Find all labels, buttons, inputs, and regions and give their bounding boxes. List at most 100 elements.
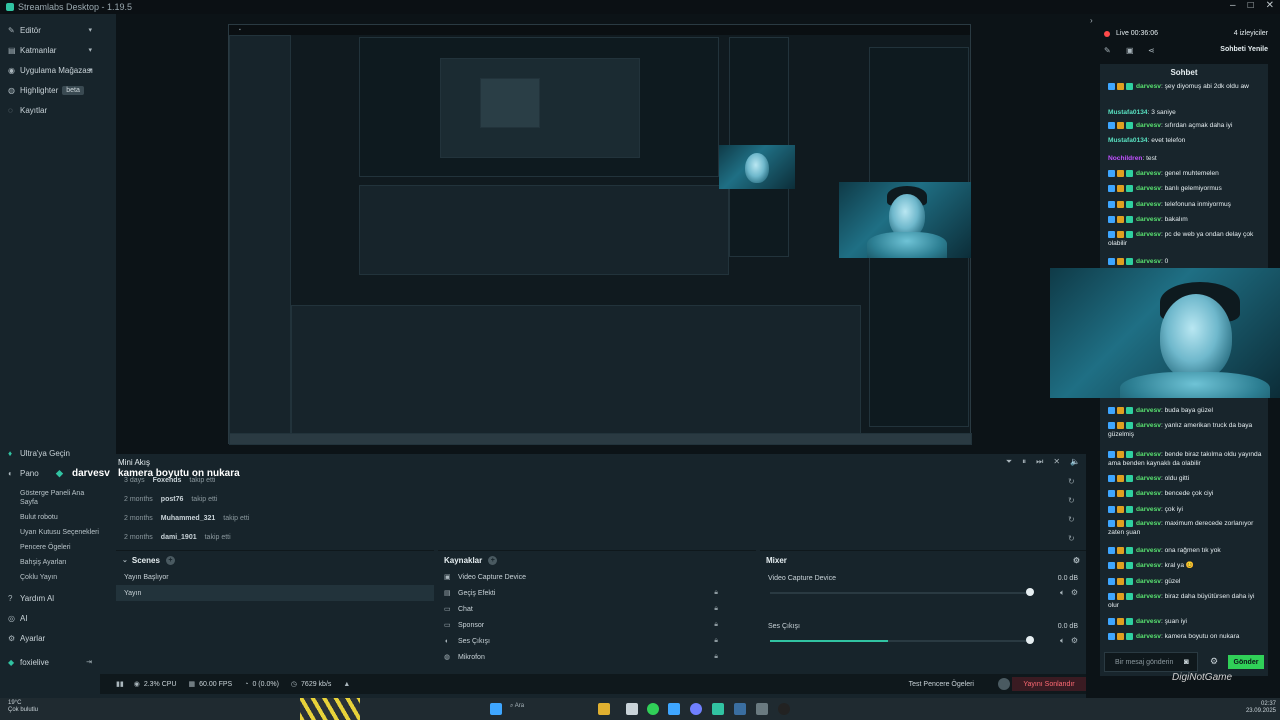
chat-username[interactable]: darvesv [1136, 83, 1161, 90]
lock-icon[interactable]: 🔒︎ [714, 621, 718, 629]
notification-bell-icon[interactable]: ▲ [343, 681, 350, 688]
chat-username[interactable]: darvesv [1136, 562, 1161, 569]
record-button[interactable] [998, 678, 1010, 690]
volume-icon[interactable]: 🔈︎ [1060, 588, 1065, 598]
test-widgets-button[interactable]: Test Pencere Ögeleri [909, 681, 974, 688]
source-item[interactable]: ▣ Video Capture Device [438, 569, 756, 585]
end-stream-button[interactable]: Yayını Sonlandır [1012, 677, 1086, 691]
scene-item-selected[interactable]: Yayın [116, 585, 434, 601]
replay-icon[interactable]: ↻ [1068, 477, 1075, 486]
sidebar-item-ultra[interactable]: ♦ Ultra'ya Geçin [0, 443, 100, 463]
lock-icon[interactable]: 🔒︎ [714, 637, 718, 645]
share-icon[interactable]: ⋖ [1148, 46, 1155, 55]
chat-username[interactable]: darvesv [1136, 422, 1161, 429]
add-scene-button[interactable]: + [165, 555, 175, 565]
chat-username[interactable]: darvesv [1136, 407, 1161, 414]
chat-username[interactable]: darvesv [1136, 578, 1161, 585]
pencil-icon[interactable]: ✎ [1104, 46, 1111, 55]
add-source-button[interactable]: + [488, 555, 498, 565]
chat-username[interactable]: darvesv [1136, 451, 1161, 458]
replay-icon[interactable]: ↻ [1068, 496, 1075, 505]
source-item[interactable]: ▤ Geçiş Efekti 🔒︎ [438, 585, 756, 601]
logout-icon[interactable]: ⇥ [86, 658, 92, 666]
discord-icon[interactable] [690, 703, 702, 715]
source-item[interactable]: ▭ Chat 🔒︎ [438, 601, 756, 617]
chat-username[interactable]: darvesv [1136, 520, 1161, 527]
emote-icon[interactable]: ◙ [1184, 657, 1189, 666]
chat-username[interactable]: darvesv [1136, 506, 1161, 513]
sidebar-item-layers[interactable]: ▤ Katmanlar ▾ [0, 40, 100, 60]
sidebar-sub-cloudbot[interactable]: Bulut robotu [0, 513, 100, 522]
chat-username[interactable]: darvesv [1136, 185, 1161, 192]
volume-slider-handle[interactable] [1026, 636, 1034, 644]
chat-username[interactable]: Nochildren [1108, 155, 1142, 162]
chat-username[interactable]: darvesv [1136, 593, 1161, 600]
chat-username[interactable]: Mustafa0134 [1108, 109, 1148, 116]
volume-slider[interactable] [770, 592, 1032, 594]
volume-icon[interactable]: 🔈︎ [1060, 636, 1065, 646]
volume-slider-handle[interactable] [1026, 588, 1034, 596]
volume-slider[interactable] [770, 640, 1032, 642]
chat-settings-icon[interactable]: ⚙ [1210, 656, 1218, 667]
streamlabs-icon[interactable] [712, 703, 724, 715]
chat-username[interactable]: darvesv [1136, 258, 1161, 265]
sidebar-item-help[interactable]: ? Yardım Al [0, 588, 100, 608]
sidebar-item-recordings[interactable]: ◌ Kayıtlar [0, 100, 100, 120]
sidebar-sub-alertbox[interactable]: Uyarı Kutusu Seçenekleri [0, 528, 100, 537]
app-icon[interactable] [626, 703, 638, 715]
lock-icon[interactable]: 🔒︎ [714, 653, 718, 661]
sidebar-item-ai[interactable]: ◎ AI [0, 608, 100, 628]
mute-feed-icon[interactable]: ✕ [1053, 457, 1060, 467]
lock-icon[interactable]: 🔒︎ [714, 589, 718, 597]
close-icon[interactable]: ✕ [1266, 0, 1274, 11]
chat-username[interactable]: darvesv [1136, 475, 1161, 482]
start-icon[interactable] [490, 703, 502, 715]
source-item[interactable]: ▭ Sponsor 🔒︎ [438, 617, 756, 633]
chat-username[interactable]: darvesv [1136, 490, 1161, 497]
chat-username[interactable]: darvesv [1136, 547, 1161, 554]
replay-icon[interactable]: ↻ [1068, 515, 1075, 524]
chat-username[interactable]: Mustafa0134 [1108, 137, 1148, 144]
chat-username[interactable]: darvesv [1136, 201, 1161, 208]
weather-widget[interactable]: 19°C Çok bulutlu [8, 700, 38, 714]
sidebar-sub-dashboard-home[interactable]: Gösterge Paneli Ana Sayfa [0, 489, 100, 507]
send-button[interactable]: Gönder [1228, 655, 1264, 669]
pause-icon[interactable]: ⏸ [1022, 457, 1026, 467]
chat-username[interactable]: darvesv [1136, 618, 1161, 625]
volume-icon[interactable]: 🔈 [1070, 457, 1080, 467]
sidebar-item-editor[interactable]: ✎ Editör ▾ [0, 20, 100, 40]
sidebar-user[interactable]: ◆ foxielive ⇥ [0, 652, 100, 672]
minimize-icon[interactable]: – [1230, 0, 1236, 11]
chat-username[interactable]: darvesv [1136, 216, 1161, 223]
source-item[interactable]: ◖ Ses Çıkışı 🔒︎ [438, 633, 756, 649]
chat-username[interactable]: darvesv [1136, 122, 1161, 129]
taskbar-search[interactable]: ⌕ Ara [510, 703, 590, 715]
maximize-icon[interactable]: □ [1248, 0, 1254, 11]
browser-icon[interactable] [668, 703, 680, 715]
popout-icon[interactable]: ▣ [1126, 46, 1134, 55]
collapse-icon[interactable]: ⌄ [122, 556, 128, 564]
obs-icon[interactable] [778, 703, 790, 715]
gear-icon[interactable]: ⚙ [1071, 588, 1078, 598]
stream-preview[interactable]: ▪ ‹ [116, 14, 1086, 454]
file-explorer-icon[interactable] [598, 703, 610, 715]
replay-icon[interactable]: ↻ [1068, 534, 1075, 543]
source-item[interactable]: ◍ Mikrofon 🔒︎ [438, 649, 756, 665]
chat-username[interactable]: darvesv [1136, 170, 1161, 177]
scene-item[interactable]: Yayın Başlıyor [116, 569, 434, 585]
collapse-chat-icon[interactable]: › [1090, 16, 1093, 25]
mixer-settings-icon[interactable]: ⚙ [1073, 556, 1080, 565]
skip-icon[interactable]: ⏭ [1036, 457, 1043, 467]
chat-username[interactable]: darvesv [1136, 231, 1161, 238]
clock[interactable]: 02:37 23.09.2025 [1246, 701, 1276, 715]
refresh-chat-button[interactable]: Sohbeti Yenile [1220, 46, 1268, 53]
steam-icon[interactable] [734, 703, 746, 715]
gear-icon[interactable]: ⚙ [1071, 636, 1078, 646]
sidebar-sub-tips[interactable]: Bahşiş Ayarları [0, 558, 100, 567]
filter-icon[interactable]: ⏷ [1006, 457, 1012, 467]
sidebar-sub-multistream[interactable]: Çoklu Yayın [0, 573, 100, 582]
sidebar-sub-widgets[interactable]: Pencere Ögeleri [0, 543, 100, 552]
chat-username[interactable]: darvesv [1136, 633, 1161, 640]
lock-icon[interactable]: 🔒︎ [714, 605, 718, 613]
sidebar-item-settings[interactable]: ⚙ Ayarlar [0, 628, 100, 648]
